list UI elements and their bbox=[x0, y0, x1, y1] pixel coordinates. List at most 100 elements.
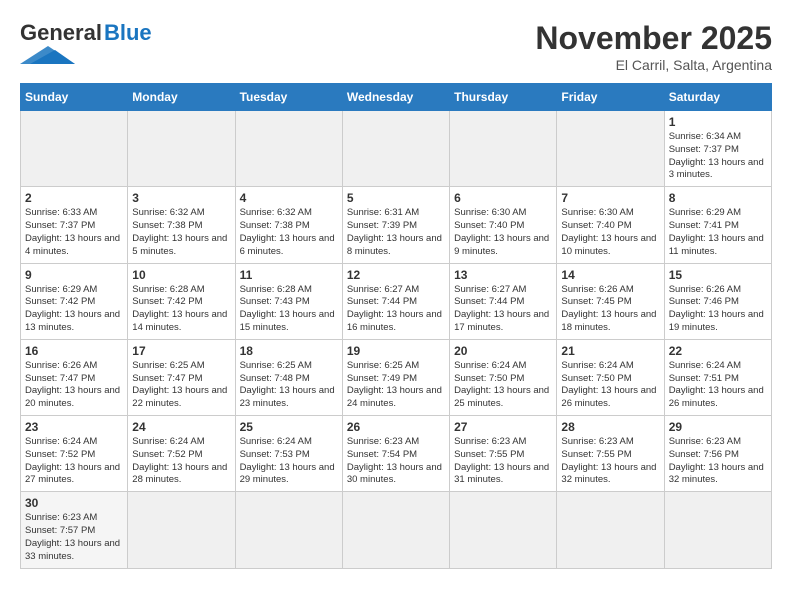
day-info: Sunrise: 6:24 AMSunset: 7:50 PMDaylight:… bbox=[561, 360, 659, 411]
day-number: 1 bbox=[669, 115, 767, 129]
location: El Carril, Salta, Argentina bbox=[535, 57, 772, 73]
day-number: 20 bbox=[454, 344, 552, 358]
calendar-cell bbox=[557, 492, 664, 568]
calendar-cell: 26Sunrise: 6:23 AMSunset: 7:54 PMDayligh… bbox=[342, 416, 449, 492]
day-info: Sunrise: 6:25 AMSunset: 7:49 PMDaylight:… bbox=[347, 360, 445, 411]
logo-icon bbox=[20, 46, 75, 64]
calendar-cell: 20 Sunrise: 6:24 AMSunset: 7:50 PMDayligh… bbox=[450, 339, 557, 415]
calendar-cell: 25Sunrise: 6:24 AMSunset: 7:53 PMDayligh… bbox=[235, 416, 342, 492]
day-number: 6 bbox=[454, 191, 552, 205]
calendar-cell bbox=[450, 492, 557, 568]
page-header: General Blue November 2025 El Carril, Sa… bbox=[20, 20, 772, 73]
calendar-table: SundayMondayTuesdayWednesdayThursdayFrid… bbox=[20, 83, 772, 569]
day-number: 3 bbox=[132, 191, 230, 205]
day-number: 10 bbox=[132, 268, 230, 282]
calendar-cell bbox=[342, 492, 449, 568]
calendar-cell: 14 Sunrise: 6:26 AMSunset: 7:45 PMDayligh… bbox=[557, 263, 664, 339]
day-info: Sunrise: 6:24 AMSunset: 7:52 PMDaylight:… bbox=[132, 436, 230, 487]
day-info: Sunrise: 6:26 AMSunset: 7:46 PMDaylight:… bbox=[669, 284, 767, 335]
calendar-cell: 16 Sunrise: 6:26 AMSunset: 7:47 PMDayligh… bbox=[21, 339, 128, 415]
day-info: Sunrise: 6:24 AMSunset: 7:52 PMDaylight:… bbox=[25, 436, 123, 487]
day-info: Sunrise: 6:24 AMSunset: 7:51 PMDaylight:… bbox=[669, 360, 767, 411]
calendar-cell bbox=[664, 492, 771, 568]
day-header-sunday: Sunday bbox=[21, 84, 128, 111]
calendar-cell: 27Sunrise: 6:23 AMSunset: 7:55 PMDayligh… bbox=[450, 416, 557, 492]
day-info: Sunrise: 6:29 AMSunset: 7:41 PMDaylight:… bbox=[669, 207, 767, 258]
day-number: 19 bbox=[347, 344, 445, 358]
day-info: Sunrise: 6:23 AMSunset: 7:54 PMDaylight:… bbox=[347, 436, 445, 487]
day-info: Sunrise: 6:28 AMSunset: 7:43 PMDaylight:… bbox=[240, 284, 338, 335]
calendar-cell: 24Sunrise: 6:24 AMSunset: 7:52 PMDayligh… bbox=[128, 416, 235, 492]
calendar-cell: 8 Sunrise: 6:29 AMSunset: 7:41 PMDaylight… bbox=[664, 187, 771, 263]
day-number: 16 bbox=[25, 344, 123, 358]
day-number: 18 bbox=[240, 344, 338, 358]
day-number: 17 bbox=[132, 344, 230, 358]
calendar-cell: 15Sunrise: 6:26 AMSunset: 7:46 PMDayligh… bbox=[664, 263, 771, 339]
day-number: 7 bbox=[561, 191, 659, 205]
calendar-cell: 3 Sunrise: 6:32 AMSunset: 7:38 PMDaylight… bbox=[128, 187, 235, 263]
calendar-cell bbox=[21, 111, 128, 187]
calendar-cell: 10Sunrise: 6:28 AMSunset: 7:42 PMDayligh… bbox=[128, 263, 235, 339]
calendar-cell: 22 Sunrise: 6:24 AMSunset: 7:51 PMDayligh… bbox=[664, 339, 771, 415]
calendar-cell: 2Sunrise: 6:33 AMSunset: 7:37 PMDaylight… bbox=[21, 187, 128, 263]
calendar-cell: 19 Sunrise: 6:25 AMSunset: 7:49 PMDayligh… bbox=[342, 339, 449, 415]
day-number: 25 bbox=[240, 420, 338, 434]
day-number: 29 bbox=[669, 420, 767, 434]
calendar-cell bbox=[342, 111, 449, 187]
calendar-cell: 21 Sunrise: 6:24 AMSunset: 7:50 PMDayligh… bbox=[557, 339, 664, 415]
day-number: 12 bbox=[347, 268, 445, 282]
day-info: Sunrise: 6:26 AMSunset: 7:47 PMDaylight:… bbox=[25, 360, 123, 411]
day-info: Sunrise: 6:23 AMSunset: 7:57 PMDaylight:… bbox=[25, 512, 123, 563]
day-info: Sunrise: 6:27 AMSunset: 7:44 PMDaylight:… bbox=[347, 284, 445, 335]
day-info: Sunrise: 6:23 AMSunset: 7:55 PMDaylight:… bbox=[561, 436, 659, 487]
calendar-cell: 13Sunrise: 6:27 AMSunset: 7:44 PMDayligh… bbox=[450, 263, 557, 339]
calendar-cell bbox=[235, 492, 342, 568]
day-number: 8 bbox=[669, 191, 767, 205]
calendar-cell bbox=[128, 111, 235, 187]
calendar-cell: 29 Sunrise: 6:23 AMSunset: 7:56 PMDayligh… bbox=[664, 416, 771, 492]
calendar-cell: 1 Sunrise: 6:34 AMSunset: 7:37 PMDaylight… bbox=[664, 111, 771, 187]
calendar-cell: 28Sunrise: 6:23 AMSunset: 7:55 PMDayligh… bbox=[557, 416, 664, 492]
calendar-cell: 6 Sunrise: 6:30 AMSunset: 7:40 PMDaylight… bbox=[450, 187, 557, 263]
day-info: Sunrise: 6:29 AMSunset: 7:42 PMDaylight:… bbox=[25, 284, 123, 335]
day-number: 23 bbox=[25, 420, 123, 434]
day-info: Sunrise: 6:31 AMSunset: 7:39 PMDaylight:… bbox=[347, 207, 445, 258]
calendar-cell bbox=[235, 111, 342, 187]
calendar-cell bbox=[450, 111, 557, 187]
day-header-friday: Friday bbox=[557, 84, 664, 111]
day-header-saturday: Saturday bbox=[664, 84, 771, 111]
calendar-cell: 18 Sunrise: 6:25 AMSunset: 7:48 PMDayligh… bbox=[235, 339, 342, 415]
day-info: Sunrise: 6:26 AMSunset: 7:45 PMDaylight:… bbox=[561, 284, 659, 335]
day-info: Sunrise: 6:23 AMSunset: 7:56 PMDaylight:… bbox=[669, 436, 767, 487]
calendar-cell: 4Sunrise: 6:32 AMSunset: 7:38 PMDaylight… bbox=[235, 187, 342, 263]
day-info: Sunrise: 6:34 AMSunset: 7:37 PMDaylight:… bbox=[669, 131, 767, 182]
day-number: 11 bbox=[240, 268, 338, 282]
calendar-cell: 30 Sunrise: 6:23 AMSunset: 7:57 PMDayligh… bbox=[21, 492, 128, 568]
calendar-cell: 12 Sunrise: 6:27 AMSunset: 7:44 PMDayligh… bbox=[342, 263, 449, 339]
calendar-cell bbox=[557, 111, 664, 187]
calendar-header-row: SundayMondayTuesdayWednesdayThursdayFrid… bbox=[21, 84, 772, 111]
calendar-cell: 9Sunrise: 6:29 AMSunset: 7:42 PMDaylight… bbox=[21, 263, 128, 339]
day-info: Sunrise: 6:30 AMSunset: 7:40 PMDaylight:… bbox=[454, 207, 552, 258]
calendar-cell: 23 Sunrise: 6:24 AMSunset: 7:52 PMDayligh… bbox=[21, 416, 128, 492]
title-block: November 2025 El Carril, Salta, Argentin… bbox=[535, 20, 772, 73]
calendar-cell: 11 Sunrise: 6:28 AMSunset: 7:43 PMDayligh… bbox=[235, 263, 342, 339]
day-number: 14 bbox=[561, 268, 659, 282]
day-header-wednesday: Wednesday bbox=[342, 84, 449, 111]
calendar-cell bbox=[128, 492, 235, 568]
day-header-monday: Monday bbox=[128, 84, 235, 111]
day-info: Sunrise: 6:27 AMSunset: 7:44 PMDaylight:… bbox=[454, 284, 552, 335]
day-number: 21 bbox=[561, 344, 659, 358]
day-info: Sunrise: 6:25 AMSunset: 7:48 PMDaylight:… bbox=[240, 360, 338, 411]
logo: General Blue bbox=[20, 20, 152, 64]
logo-text: General bbox=[20, 20, 102, 46]
day-number: 30 bbox=[25, 496, 123, 510]
day-number: 22 bbox=[669, 344, 767, 358]
day-info: Sunrise: 6:32 AMSunset: 7:38 PMDaylight:… bbox=[132, 207, 230, 258]
day-number: 2 bbox=[25, 191, 123, 205]
day-info: Sunrise: 6:25 AMSunset: 7:47 PMDaylight:… bbox=[132, 360, 230, 411]
day-info: Sunrise: 6:24 AMSunset: 7:50 PMDaylight:… bbox=[454, 360, 552, 411]
day-info: Sunrise: 6:30 AMSunset: 7:40 PMDaylight:… bbox=[561, 207, 659, 258]
day-info: Sunrise: 6:23 AMSunset: 7:55 PMDaylight:… bbox=[454, 436, 552, 487]
calendar-cell: 5Sunrise: 6:31 AMSunset: 7:39 PMDaylight… bbox=[342, 187, 449, 263]
